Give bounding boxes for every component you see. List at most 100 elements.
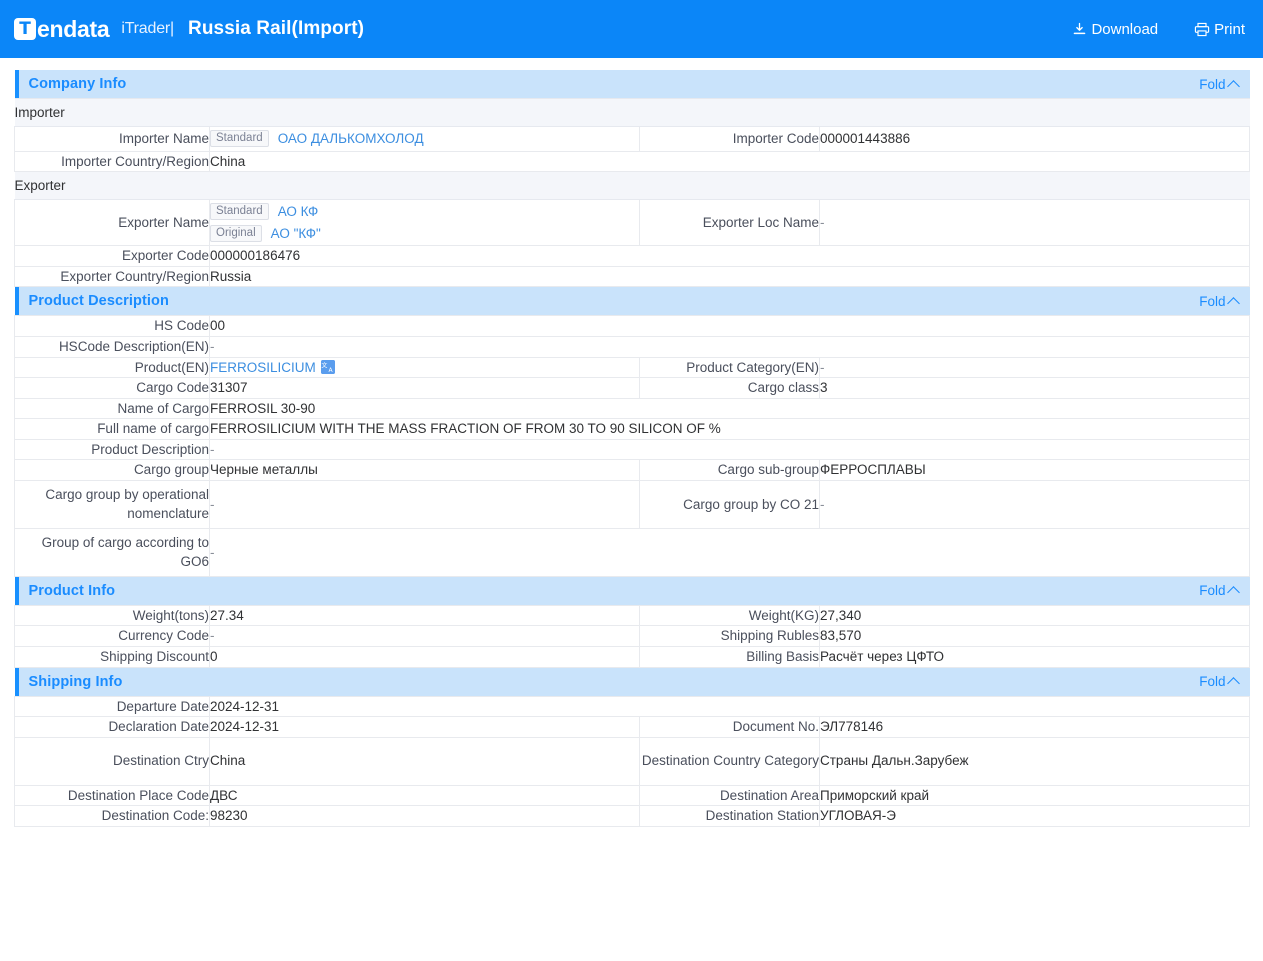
field-label: HSCode Description(EN) xyxy=(14,335,210,358)
section-header-cell: Company Info Fold xyxy=(14,70,1250,99)
section-header-cell: Shipping Info Fold xyxy=(14,667,1250,697)
field-label: Product(EN) xyxy=(14,356,210,379)
fold-label: Fold xyxy=(1199,674,1226,690)
field-value: 98230 xyxy=(209,805,640,827)
brand-logo[interactable]: T endata xyxy=(14,17,110,41)
section-header-shipping-info: Shipping Info Fold xyxy=(14,667,1250,697)
field-value: УГЛОВАЯ-Э xyxy=(818,805,1251,827)
field-label: Product Description xyxy=(14,438,210,461)
download-button[interactable]: Download xyxy=(1072,21,1158,38)
fold-toggle-product-description[interactable]: Fold xyxy=(1199,293,1240,310)
detail-content: Company Info Fold Importer Importer Name Sta… xyxy=(0,58,1263,827)
field-value: - xyxy=(818,356,1251,379)
section-header-inner: Product Info Fold xyxy=(14,576,1250,605)
table-row: Group of cargo according to GO6- xyxy=(14,527,1251,577)
field-label: Destination Station xyxy=(639,805,820,827)
field-label: Weight(KG) xyxy=(639,604,820,627)
field-value-text: - xyxy=(210,496,215,512)
field-label: Cargo group xyxy=(14,459,210,481)
field-value: FERROSILICIUM WITH THE MASS FRACTION OF … xyxy=(208,418,1251,440)
field-value-text: - xyxy=(210,441,215,457)
field-label: Departure Date xyxy=(14,695,210,718)
field-value: ЭЛ778146 xyxy=(818,716,1251,738)
field-label: Cargo sub-group xyxy=(639,459,820,481)
table-row: Product(EN) FERROSILICIUM 文 A Product Catego… xyxy=(14,356,1251,379)
table-row: HS Code 00 xyxy=(14,315,1251,337)
name-variant-row: Standard ОАО ДАЛЬКОМХОЛОД xyxy=(210,129,639,149)
record-detail-table: Company Info Fold Importer Importer Name Sta… xyxy=(14,70,1251,827)
table-row: Importer Country/Region China xyxy=(14,150,1251,173)
field-value: 2024-12-31 xyxy=(208,695,1251,718)
table-row: Full name of cargo FERROSILICIUM WITH THE… xyxy=(14,418,1251,440)
tendata-logo-icon: T xyxy=(14,18,36,40)
company-name-link[interactable]: АО КФ xyxy=(278,202,319,222)
field-value: ФЕРРОСПЛАВЫ xyxy=(818,459,1251,481)
field-value-text: FERROSIL 30-90 xyxy=(210,400,316,416)
table-row: Destination Ctry China Destination Country… xyxy=(14,736,1251,786)
table-row: Cargo group Черные металлы Cargo sub-group… xyxy=(14,459,1251,481)
fold-toggle-shipping-info[interactable]: Fold xyxy=(1199,674,1240,690)
section-header-product-info: Product Info Fold xyxy=(14,576,1250,606)
print-label: Print xyxy=(1214,20,1245,38)
subsection-title: Exporter xyxy=(14,171,1250,201)
download-label: Download xyxy=(1091,20,1159,38)
field-label: HS Code xyxy=(14,315,210,337)
field-value-text: Черные металлы xyxy=(210,462,318,478)
download-icon xyxy=(1072,22,1087,37)
field-value: - xyxy=(208,335,1251,358)
field-value: 2024-12-31 xyxy=(209,716,640,738)
fold-label: Fold xyxy=(1199,293,1226,309)
section-header-inner: Shipping Info Fold xyxy=(14,667,1250,696)
table-row: Exporter Country/Region Russia xyxy=(14,265,1251,288)
name-variant-badge: Standard xyxy=(210,130,269,148)
table-row: Declaration Date 2024-12-31 Document No. ЭЛ… xyxy=(14,716,1251,738)
field-value: 0 xyxy=(209,646,640,668)
page-title: Russia Rail(Import) xyxy=(188,18,365,39)
subsection-header: Importer xyxy=(14,98,1250,127)
subsection-header: Exporter xyxy=(14,171,1250,201)
product-name-link[interactable]: FERROSILICIUM xyxy=(210,360,316,375)
chevron-up-icon xyxy=(1226,297,1240,310)
field-label: Cargo class xyxy=(639,377,820,399)
table-row: Product Description - xyxy=(14,438,1251,461)
section-header-inner: Company Info Fold xyxy=(14,70,1250,98)
name-variant-badge: Standard xyxy=(210,203,269,221)
field-value-text: - xyxy=(210,338,215,354)
field-value: Черные металлы xyxy=(209,459,640,481)
field-value-text: 000000186476 xyxy=(210,248,301,264)
company-name-link[interactable]: АО "КФ" xyxy=(271,224,321,244)
field-label: Importer Name xyxy=(14,126,210,152)
section-title: Shipping Info xyxy=(28,673,123,690)
field-value: - xyxy=(209,479,640,529)
field-value: Страны Дальн.Зарубеж xyxy=(818,736,1251,786)
field-value: FERROSIL 30-90 xyxy=(208,397,1251,420)
field-label: Destination Place Code xyxy=(14,784,210,807)
company-name-link[interactable]: ОАО ДАЛЬКОМХОЛОД xyxy=(278,129,424,149)
brand-product-label: iTrader| xyxy=(121,20,174,37)
print-button[interactable]: Print xyxy=(1194,21,1245,38)
field-value-text: FERROSILICIUM WITH THE MASS FRACTION OF … xyxy=(210,421,721,437)
field-value: 83,570 xyxy=(818,625,1251,647)
table-row: Weight(tons) 27.34 Weight(KG) 27,340 xyxy=(14,604,1251,627)
field-value: 000001443886 xyxy=(818,126,1251,152)
field-value-text: Russia xyxy=(210,268,252,284)
table-row: Importer Name Standard ОАО ДАЛЬКОМХОЛОД Imp… xyxy=(14,126,1251,152)
field-value-text: 98230 xyxy=(210,808,248,824)
name-variant-row: Standard АО КФ xyxy=(210,202,639,222)
header-actions: Download Print xyxy=(1072,21,1245,38)
field-label: Cargo group by CO 21 xyxy=(639,479,820,529)
field-value: - xyxy=(209,625,640,647)
table-row: Cargo group by operational nomenclature -… xyxy=(14,479,1251,529)
field-value: 3 xyxy=(818,377,1251,399)
table-row: Cargo Code 31307 Cargo class 3 xyxy=(14,377,1251,399)
section-header-cell: Product Info Fold xyxy=(14,576,1250,606)
svg-text:文: 文 xyxy=(321,361,327,369)
fold-toggle-company-info[interactable]: Fold xyxy=(1199,77,1240,93)
field-label: Destination Country Category xyxy=(639,736,820,786)
field-label: Billing Basis xyxy=(639,646,820,668)
translate-icon[interactable]: 文A xyxy=(320,359,335,374)
field-value: 31307 xyxy=(209,377,640,399)
table-row: Destination Code: 98230 Destination Statio… xyxy=(14,805,1251,827)
field-value: China xyxy=(208,150,1251,173)
fold-toggle-product-info[interactable]: Fold xyxy=(1199,583,1240,600)
